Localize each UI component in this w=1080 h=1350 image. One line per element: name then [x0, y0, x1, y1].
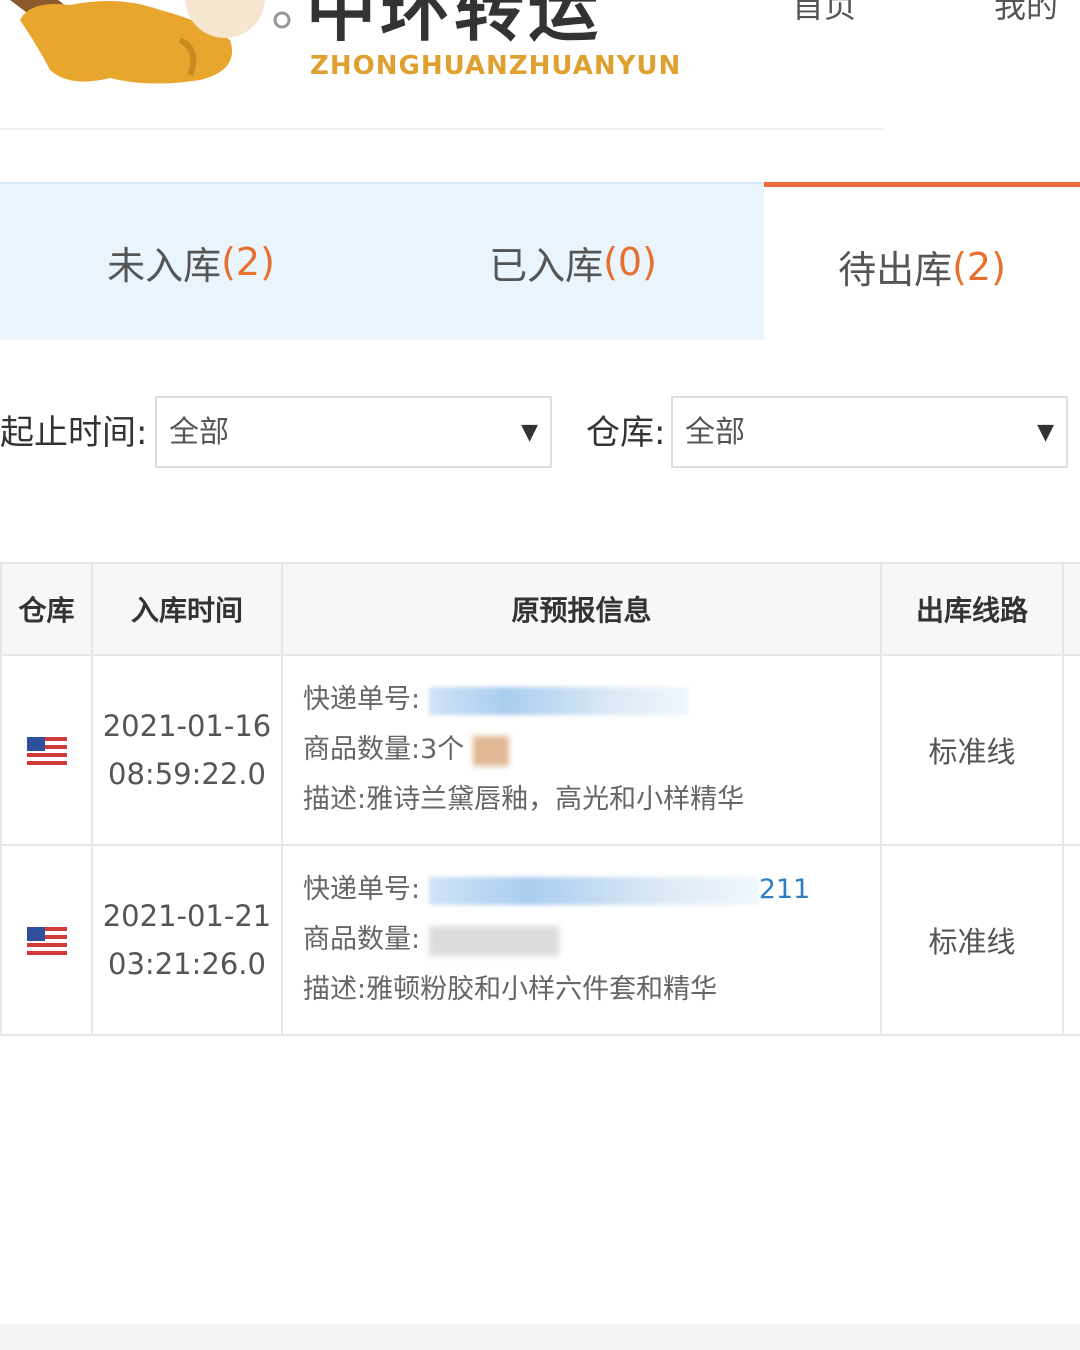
quantity-line: 商品数量:3个 [303, 725, 879, 775]
inbound-time-cell: 2021-01-21 03:21:26.0 [91, 844, 283, 1036]
tab-pending-outbound[interactable]: 待出库 (2) [764, 182, 1080, 340]
warehouse-label: 仓库: [586, 413, 666, 453]
redacted-mark [472, 735, 509, 766]
route-cell: 标准线 [880, 654, 1064, 846]
col-header-warehouse: 仓库 [0, 562, 93, 656]
tab-count: (2) [221, 240, 275, 284]
horse-mascot-logo [10, 0, 291, 84]
us-flag-icon [26, 927, 67, 957]
quantity-value: 3个 [420, 734, 465, 765]
status-tabs: 未入库 (2) 已入库 (0) 待出库 (2) [0, 182, 1080, 340]
inbound-date: 2021-01-21 [102, 899, 272, 933]
time-range-select[interactable]: 全部 ▼ [155, 396, 552, 468]
redacted-mark [428, 925, 559, 956]
tab-not-received[interactable]: 未入库 (2) [0, 182, 382, 340]
brand-name-cn: 中环转运 [306, 0, 602, 51]
overflow-cell [1062, 654, 1080, 846]
brand-name-en: ZHONGHUANZHUANYUN [310, 51, 682, 81]
warehouse-cell [0, 654, 93, 846]
col-header-route: 出库线路 [880, 562, 1064, 656]
nav-home[interactable]: 首页 [792, 0, 856, 26]
warehouse-select[interactable]: 全部 ▼ [671, 396, 1068, 468]
inbound-date: 2021-01-16 [102, 709, 272, 743]
tab-count: (2) [952, 244, 1006, 289]
nav-mine[interactable]: 我的 [994, 0, 1058, 26]
warehouse-cell [0, 844, 93, 1036]
inbound-time: 03:21:26.0 [108, 947, 266, 981]
time-range-value: 全部 [169, 415, 229, 450]
tab-received[interactable]: 已入库 (0) [382, 182, 764, 340]
chevron-down-icon: ▼ [1037, 420, 1054, 445]
col-header-overflow [1062, 562, 1080, 656]
description-value: 雅顿粉胶和小样六件套和精华 [366, 974, 718, 1005]
description-label: 描述: [303, 974, 367, 1005]
inbound-time-cell: 2021-01-16 08:59:22.0 [91, 654, 283, 846]
bottom-bar [0, 1324, 1080, 1350]
description-line: 描述:雅顿粉胶和小样六件套和精华 [303, 965, 879, 1015]
quantity-label: 商品数量: [303, 924, 421, 955]
tracking-number-redacted[interactable] [428, 876, 759, 905]
quantity-line: 商品数量: [303, 915, 879, 965]
tracking-number-redacted[interactable] [428, 686, 689, 715]
time-range-label: 起止时间: [0, 413, 148, 453]
overflow-cell [1062, 844, 1080, 1036]
tracking-number-tail[interactable]: 211 [759, 874, 811, 905]
chevron-down-icon: ▼ [521, 420, 538, 445]
tab-label: 未入库 [107, 243, 222, 288]
description-value: 雅诗兰黛唇釉，高光和小样精华 [366, 784, 745, 815]
table-row[interactable]: 2021-01-16 08:59:22.0 快递单号: 商品数量:3个 描述:雅… [0, 654, 1080, 846]
inbound-time: 08:59:22.0 [108, 757, 266, 791]
quantity-label: 商品数量: [303, 734, 421, 765]
us-flag-icon [26, 737, 67, 767]
description-line: 描述:雅诗兰黛唇釉，高光和小样精华 [303, 775, 879, 825]
tracking-line: 快递单号: [303, 675, 879, 725]
tab-label: 待出库 [838, 248, 953, 292]
tab-label: 已入库 [489, 243, 604, 288]
route-cell: 标准线 [880, 844, 1064, 1036]
col-header-info: 原预报信息 [281, 562, 882, 656]
parcel-table: 仓库 入库时间 原预报信息 出库线路 2021-01-16 08:59:22.0 [0, 562, 1080, 1036]
forecast-info-cell: 快递单号: 211 商品数量: 描述:雅顿粉胶和小样六件套和精华 [281, 844, 882, 1036]
table-row[interactable]: 2021-01-21 03:21:26.0 快递单号: 211 商品数量: 描述… [0, 844, 1080, 1036]
col-header-time: 入库时间 [91, 562, 283, 656]
filter-bar: 起止时间: 全部 ▼ 仓库: 全部 ▼ [0, 396, 1080, 470]
description-label: 描述: [303, 784, 367, 815]
tab-count: (0) [603, 240, 657, 284]
tracking-label: 快递单号: [303, 874, 421, 905]
forecast-info-cell: 快递单号: 商品数量:3个 描述:雅诗兰黛唇釉，高光和小样精华 [281, 654, 882, 846]
header-divider [0, 128, 884, 130]
table-header-row: 仓库 入库时间 原预报信息 出库线路 [0, 562, 1080, 656]
site-header: 中环转运 ZHONGHUANZHUANYUN 首页 我的 [0, 0, 1080, 130]
warehouse-value: 全部 [685, 415, 745, 450]
tracking-label: 快递单号: [303, 684, 421, 715]
tracking-line: 快递单号: 211 [303, 865, 879, 915]
